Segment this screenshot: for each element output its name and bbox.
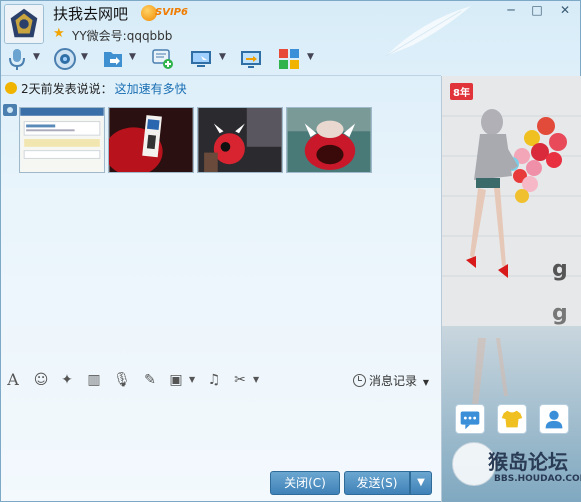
file-transfer-icon: [104, 52, 122, 67]
magic-wand-icon[interactable]: ✦: [58, 371, 76, 389]
contact-signature: YY微会号:qqqbbb: [72, 29, 173, 43]
tshirt-icon: [501, 410, 523, 428]
close-window-button[interactable]: ✕: [557, 3, 573, 17]
status-prefix: 2天前发表说说：: [21, 82, 113, 96]
clock-icon: [353, 374, 366, 387]
camera-icon[interactable]: [3, 104, 17, 116]
photo-thumbnail[interactable]: [286, 107, 372, 173]
send-options-button[interactable]: ▼: [410, 471, 432, 495]
video-icon: [54, 48, 76, 70]
send-button[interactable]: 发送(S): [344, 471, 410, 495]
avatar[interactable]: [4, 4, 44, 44]
remote-desktop-icon: [191, 51, 211, 67]
chevron-down-icon[interactable]: ▼: [129, 52, 136, 62]
chevron-down-icon[interactable]: ▼: [219, 52, 226, 62]
photo-thumbnail[interactable]: [197, 107, 283, 173]
edit-icon[interactable]: ✎: [141, 371, 159, 389]
feather-decoration-icon: [385, 6, 471, 57]
user-icon: [545, 410, 563, 429]
divider: [1, 75, 441, 76]
maximize-button[interactable]: □: [529, 3, 545, 17]
send-message-button[interactable]: [151, 46, 177, 72]
years-badge: 8年: [450, 83, 473, 100]
add-message-icon: [152, 49, 173, 69]
file-transfer-button[interactable]: ▼: [101, 46, 137, 72]
forum-watermark: 猴岛论坛 BBS.HOUDAO.COM: [452, 442, 581, 496]
watermark-url: BBS.HOUDAO.COM: [494, 474, 581, 484]
microphone-small-icon[interactable]: 🎙: [113, 371, 131, 389]
chat-bubble-button[interactable]: [455, 404, 485, 434]
voice-call-button[interactable]: ▼: [5, 46, 41, 72]
profile-button[interactable]: [539, 404, 569, 434]
status-icon: [5, 82, 17, 94]
close-button[interactable]: 关闭(C): [270, 471, 340, 495]
svg-text:g: g: [552, 301, 568, 326]
scissors-icon[interactable]: ✂: [231, 371, 249, 389]
history-label: 消息记录: [369, 374, 418, 388]
remote-desktop-button[interactable]: ▼: [189, 46, 227, 72]
input-toolbar: A ☺ ✦ ▥ 🎙 ✎ ▣ ▼ ♫ ✂ ▼ 消息记录 ▼: [1, 369, 441, 391]
music-icon[interactable]: ♫: [205, 371, 223, 389]
screen-share-button[interactable]: [239, 46, 265, 72]
chevron-down-icon: ▼: [422, 378, 429, 387]
status-link[interactable]: 这加速有多快: [115, 82, 187, 96]
contact-name: 扶我去网吧: [53, 5, 129, 23]
chevron-down-icon[interactable]: ▼: [189, 375, 195, 384]
outfit-button[interactable]: [497, 404, 527, 434]
photo-thumbnail[interactable]: [108, 107, 194, 173]
photo-thumbnail[interactable]: [19, 107, 105, 173]
watermark-title: 猴岛论坛: [488, 450, 568, 474]
chat-toolbar: ▼ ▼ ▼ ▼ ▼: [1, 46, 331, 74]
font-icon[interactable]: A: [4, 371, 22, 389]
chevron-down-icon[interactable]: ▼: [307, 52, 314, 62]
minimize-button[interactable]: ─: [503, 3, 519, 17]
video-call-button[interactable]: ▼: [53, 46, 89, 72]
star-icon: ★: [53, 26, 65, 41]
show-image: g g: [442, 76, 581, 502]
message-history-button[interactable]: 消息记录 ▼: [353, 372, 429, 389]
screen-share-icon: [241, 51, 261, 68]
svg-text:g: g: [552, 257, 568, 282]
svip-badge[interactable]: SVIP6: [141, 5, 189, 21]
video-clip-icon[interactable]: ▥: [85, 371, 103, 389]
message-input[interactable]: [1, 392, 441, 462]
apps-icon: [279, 49, 299, 69]
apps-button[interactable]: ▼: [277, 46, 317, 72]
microphone-icon: [9, 49, 25, 70]
chat-bubble-icon: [460, 411, 480, 430]
image-icon[interactable]: ▣: [167, 371, 185, 389]
chevron-down-icon[interactable]: ▼: [33, 52, 40, 62]
contact-show-panel: g g 8年 猴岛论坛 BBS.HOUDAO.COM: [441, 76, 581, 502]
status-line: 2天前发表说说： 这加速有多快: [5, 80, 187, 97]
chevron-down-icon[interactable]: ▼: [253, 375, 259, 384]
chevron-down-icon[interactable]: ▼: [81, 52, 88, 62]
emoji-icon[interactable]: ☺: [32, 371, 50, 389]
chat-window: 扶我去网吧 SVIP6 ★ YY微会号:qqqbbb ─ □ ✕ ▼ ▼ ▼ ▼…: [0, 0, 581, 502]
